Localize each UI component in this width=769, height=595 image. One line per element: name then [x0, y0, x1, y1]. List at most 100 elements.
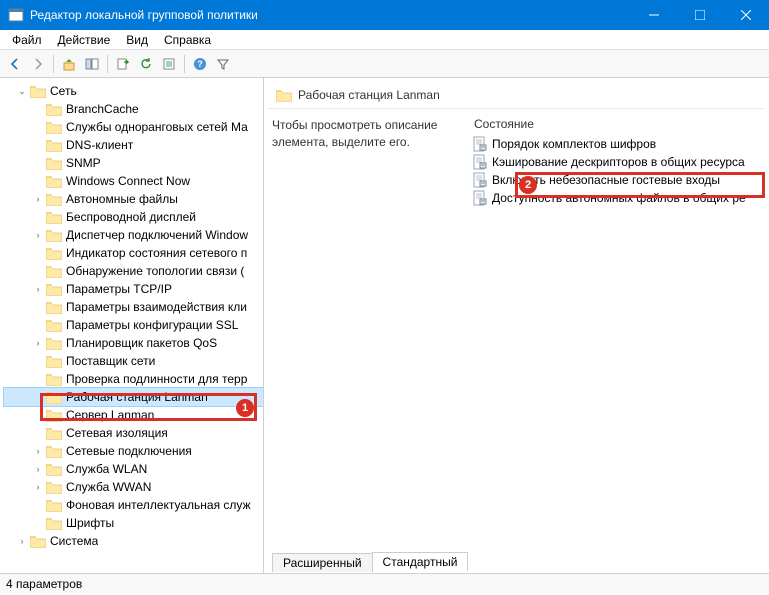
help-button[interactable]: ? — [189, 53, 211, 75]
tree-node[interactable]: Фоновая интеллектуальная служ — [4, 496, 263, 514]
folder-icon — [276, 89, 292, 102]
tree-node[interactable]: › Служба WLAN — [4, 460, 263, 478]
window-title: Редактор локальной групповой политики — [30, 8, 631, 22]
tree-node[interactable]: Сервер Lanman — [4, 406, 263, 424]
tree-node[interactable]: ›Диспетчер подключений Window — [4, 226, 263, 244]
show-hide-tree-button[interactable] — [81, 53, 103, 75]
menu-help[interactable]: Справка — [156, 31, 219, 49]
tab-extended[interactable]: Расширенный — [272, 553, 373, 572]
content-area: ⌄ Сеть BranchCache Службы одноранговых се… — [0, 78, 769, 573]
folder-icon — [46, 175, 62, 188]
tree-node[interactable]: › Сетевые подключения — [4, 442, 263, 460]
tree-node[interactable]: › Параметры TCP/IP — [4, 280, 263, 298]
tree-node-network[interactable]: ⌄ Сеть — [4, 82, 263, 100]
tree-node[interactable]: BranchCache — [4, 100, 263, 118]
tree-node[interactable]: Рабочая станция Lanman — [4, 388, 263, 406]
expand-icon[interactable]: › — [16, 535, 28, 547]
tree-label: Фоновая интеллектуальная служ — [66, 498, 251, 512]
export-button[interactable] — [112, 53, 134, 75]
tree-label: Службы одноранговых сетей Ма — [66, 120, 248, 134]
tree-node[interactable]: Поставщик сети — [4, 352, 263, 370]
tree-node[interactable]: Службы одноранговых сетей Ма — [4, 118, 263, 136]
column-header-state[interactable]: Состояние — [472, 117, 761, 131]
forward-button[interactable] — [27, 53, 49, 75]
tree-node[interactable]: ›Автономные файлы — [4, 190, 263, 208]
toolbar-separator — [53, 55, 54, 73]
tree-node-system[interactable]: › Система — [4, 532, 263, 550]
tree-node[interactable]: SNMP — [4, 154, 263, 172]
tree-node[interactable]: ›Служба WWAN — [4, 478, 263, 496]
tree-label: Параметры TCP/IP — [66, 282, 172, 296]
expand-icon[interactable]: › — [32, 283, 44, 295]
tree-label: Сетевая изоляция — [66, 426, 168, 440]
expand-icon[interactable]: › — [32, 481, 44, 493]
menubar: Файл Действие Вид Справка — [0, 30, 769, 50]
tree-label: Система — [50, 534, 98, 548]
tree-label: Сеть — [50, 84, 77, 98]
folder-icon — [46, 409, 62, 422]
tree-label: Служба WLAN — [66, 462, 147, 476]
toolbar-separator — [184, 55, 185, 73]
close-button[interactable] — [723, 0, 769, 30]
tree-node[interactable]: Сетевая изоляция — [4, 424, 263, 442]
menu-view[interactable]: Вид — [118, 31, 156, 49]
expand-icon[interactable]: › — [32, 463, 44, 475]
nav-tree[interactable]: ⌄ Сеть BranchCache Службы одноранговых се… — [0, 80, 263, 552]
folder-icon — [46, 499, 62, 512]
properties-button[interactable] — [158, 53, 180, 75]
maximize-button[interactable] — [677, 0, 723, 30]
folder-icon — [46, 193, 62, 206]
expand-icon[interactable]: › — [32, 337, 44, 349]
collapse-icon[interactable]: ⌄ — [16, 85, 28, 97]
tree-label: Параметры взаимодействия кли — [66, 300, 247, 314]
refresh-button[interactable] — [135, 53, 157, 75]
tree-label: Сетевые подключения — [66, 444, 192, 458]
expand-icon[interactable]: › — [32, 445, 44, 457]
folder-icon — [46, 103, 62, 116]
menu-file[interactable]: Файл — [4, 31, 50, 49]
tab-standard[interactable]: Стандартный — [372, 552, 469, 571]
tree-label: Рабочая станция Lanman — [66, 390, 208, 404]
tree-node[interactable]: Обнаружение топологии связи ( — [4, 262, 263, 280]
folder-icon — [30, 535, 46, 548]
tree-label: Обнаружение топологии связи ( — [66, 264, 244, 278]
tree-node[interactable]: Параметры взаимодействия кли — [4, 298, 263, 316]
tree-label: SNMP — [66, 156, 101, 170]
tree-node[interactable]: Беспроводной дисплей — [4, 208, 263, 226]
tree-label: Беспроводной дисплей — [66, 210, 196, 224]
expand-icon[interactable]: › — [32, 229, 44, 241]
up-button[interactable] — [58, 53, 80, 75]
back-button[interactable] — [4, 53, 26, 75]
titlebar: Редактор локальной групповой политики — [0, 0, 769, 30]
folder-icon — [46, 157, 62, 170]
tree-node[interactable]: DNS-клиент — [4, 136, 263, 154]
filter-button[interactable] — [212, 53, 234, 75]
minimize-button[interactable] — [631, 0, 677, 30]
setting-item[interactable]: Включить небезопасные гостевые входы — [472, 171, 761, 189]
tree-node[interactable]: ›Планировщик пакетов QoS — [4, 334, 263, 352]
tree-label: Проверка подлинности для терр — [66, 372, 247, 386]
annotation-badge-2: 2 — [519, 176, 537, 194]
expand-icon[interactable]: › — [32, 193, 44, 205]
policy-icon — [472, 172, 488, 188]
folder-icon — [46, 517, 62, 530]
menu-action[interactable]: Действие — [50, 31, 119, 49]
folder-icon — [46, 319, 62, 332]
detail-tabs: Расширенный Стандартный — [264, 551, 769, 573]
setting-item[interactable]: Порядок комплектов шифров — [472, 135, 761, 153]
setting-item[interactable]: Кэширование дескрипторов в общих ресурса — [472, 153, 761, 171]
folder-icon — [46, 229, 62, 242]
detail-heading: Рабочая станция Lanman — [298, 88, 440, 102]
tree-node[interactable]: Шрифты — [4, 514, 263, 532]
folder-icon — [46, 139, 62, 152]
settings-list: Состояние Порядок комплектов шифровКэшир… — [472, 117, 761, 330]
tree-label: BranchCache — [66, 102, 139, 116]
folder-icon — [30, 85, 46, 98]
tree-node[interactable]: Проверка подлинности для терр — [4, 370, 263, 388]
setting-item[interactable]: Доступность автономных файлов в общих ре — [472, 189, 761, 207]
detail-body: Чтобы просмотреть описание элемента, выд… — [264, 109, 769, 338]
tree-node[interactable]: Параметры конфигурации SSL — [4, 316, 263, 334]
tree-node[interactable]: Индикатор состояния сетевого п — [4, 244, 263, 262]
tree-node[interactable]: Windows Connect Now — [4, 172, 263, 190]
tree-pane: ⌄ Сеть BranchCache Службы одноранговых се… — [0, 78, 264, 573]
